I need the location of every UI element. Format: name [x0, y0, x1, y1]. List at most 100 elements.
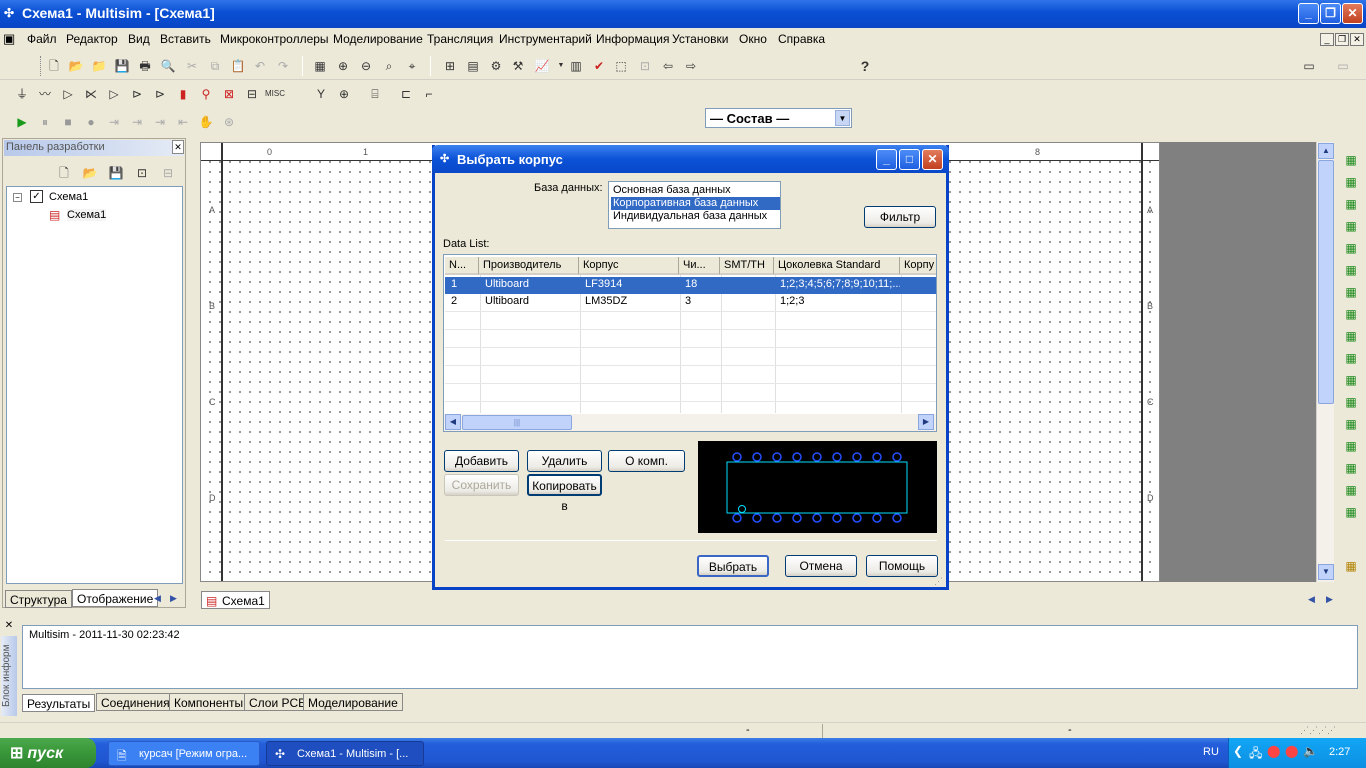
menu-tools[interactable]: Инструментарий: [499, 32, 592, 46]
column-header[interactable]: N...: [445, 257, 479, 275]
dialog-titlebar[interactable]: ✣ Выбрать корпус _ □ ✕: [432, 145, 949, 173]
close-button[interactable]: ✕: [1342, 3, 1363, 24]
agilent-generator-icon[interactable]: ▦: [1343, 460, 1359, 476]
diode-icon[interactable]: ▷: [60, 86, 76, 102]
measurement-probe-icon[interactable]: ▦: [1343, 558, 1359, 574]
breakpoint-icon[interactable]: ●: [83, 114, 99, 130]
bus-icon[interactable]: ⌐: [421, 86, 437, 102]
tray-arrow-icon[interactable]: ❮: [1233, 744, 1243, 758]
design-toolbox-icon[interactable]: ⊞: [442, 58, 458, 74]
cmos-icon[interactable]: ⊳: [152, 86, 168, 102]
agilent-scope-icon[interactable]: ▦: [1343, 504, 1359, 520]
resize-grip-icon[interactable]: ⋰⋰⋰⋰: [1300, 725, 1336, 736]
chevron-down-icon[interactable]: ▼: [835, 110, 850, 126]
logic-converter-icon[interactable]: ▦: [1343, 350, 1359, 366]
column-header[interactable]: Чи...: [679, 257, 720, 275]
zoom-out-icon[interactable]: ⊖: [358, 58, 374, 74]
copy-to-button[interactable]: Копировать в: [527, 474, 602, 513]
new-design-icon[interactable]: 🗋: [56, 165, 72, 181]
source-icon[interactable]: ⏚: [14, 86, 30, 102]
step-into-icon[interactable]: ⇥: [152, 114, 168, 130]
zoom-area-icon[interactable]: ⌕: [381, 58, 397, 74]
logic-analyzer-icon[interactable]: ▦: [1343, 328, 1359, 344]
electromech-icon[interactable]: ⊕: [336, 86, 352, 102]
tab-scroll-right-icon[interactable]: ▶: [1326, 594, 1333, 605]
cancel-button[interactable]: Отмена: [785, 555, 857, 577]
tab-visibility[interactable]: Отображение: [72, 589, 159, 607]
antivirus-icon[interactable]: ⬤: [1267, 744, 1280, 758]
oscilloscope-icon[interactable]: ▦: [1343, 218, 1359, 234]
erc-icon[interactable]: ✔: [591, 58, 607, 74]
column-header[interactable]: SMT/TH: [720, 257, 774, 275]
save-design-icon[interactable]: 💾: [108, 165, 124, 181]
tree-root-label[interactable]: Схема1: [49, 191, 88, 203]
help-icon[interactable]: ?: [857, 58, 873, 74]
help-button[interactable]: Помощь: [866, 555, 938, 577]
scroll-thumb[interactable]: |||: [462, 415, 572, 430]
tab-results[interactable]: Результаты: [22, 694, 96, 712]
resize-grip-icon[interactable]: ⋰: [934, 576, 943, 587]
select-button[interactable]: Выбрать: [697, 555, 769, 577]
iv-analyzer-icon[interactable]: ▦: [1343, 372, 1359, 388]
dialog-maximize-button[interactable]: □: [899, 149, 920, 170]
misc-icon[interactable]: MISC: [265, 86, 285, 102]
database-manager-icon[interactable]: ⚙: [488, 58, 504, 74]
filter-button[interactable]: Фильтр: [864, 206, 936, 228]
wattmeter-icon[interactable]: ▦: [1343, 196, 1359, 212]
component-wizard-icon[interactable]: ⊡: [637, 58, 653, 74]
collapse-icon[interactable]: −: [13, 193, 22, 202]
run-icon[interactable]: ▶: [14, 114, 30, 130]
ttl-icon[interactable]: ⊳: [129, 86, 145, 102]
clock[interactable]: 2:27: [1329, 746, 1350, 758]
table-horizontal-scrollbar[interactable]: ◀ ||| ▶: [444, 414, 936, 431]
network-analyzer-icon[interactable]: ▦: [1343, 438, 1359, 454]
distortion-analyzer-icon[interactable]: ▦: [1343, 394, 1359, 410]
step-over-icon[interactable]: ⇥: [129, 114, 145, 130]
in-use-list-combo[interactable]: — Состав — ▼: [705, 108, 852, 128]
tab-scroll-left-icon[interactable]: ◀: [1308, 594, 1315, 605]
agilent-multimeter-icon[interactable]: ▦: [1343, 482, 1359, 498]
menu-microcontrollers[interactable]: Микроконтроллеры: [220, 32, 329, 46]
menu-insert[interactable]: Вставить: [160, 32, 211, 46]
instrument-toggle-icon[interactable]: ▭: [1328, 58, 1358, 74]
security-icon[interactable]: ⬤: [1285, 744, 1298, 758]
transistor-icon[interactable]: ⋉: [83, 86, 99, 102]
start-button[interactable]: ⊞ пуск: [0, 738, 96, 768]
grapher-icon[interactable]: 📈: [534, 58, 550, 74]
chevron-down-icon[interactable]: ▼: [553, 58, 569, 74]
restore-button[interactable]: ❐: [1320, 3, 1341, 24]
scroll-down-icon[interactable]: ▼: [1318, 564, 1334, 580]
print-preview-icon[interactable]: 🔍: [160, 58, 176, 74]
taskbar-task-word[interactable]: 🗎 курсач [Режим огра...: [108, 741, 260, 766]
menu-help[interactable]: Справка: [778, 32, 825, 46]
scroll-up-icon[interactable]: ▲: [1318, 143, 1334, 159]
close-icon[interactable]: ✕: [172, 140, 184, 154]
database-option[interactable]: Основная база данных: [611, 184, 733, 197]
mdi-close-button[interactable]: ✕: [1350, 33, 1364, 46]
print-icon[interactable]: 🖶: [137, 58, 153, 74]
menu-simulate[interactable]: Моделирование: [333, 32, 423, 46]
about-component-button[interactable]: О комп.: [608, 450, 685, 472]
step-out-icon[interactable]: ⇤: [175, 114, 191, 130]
paste-icon[interactable]: 📋: [230, 58, 246, 74]
probe-icon[interactable]: ⊛: [221, 114, 237, 130]
function-generator-icon[interactable]: ▦: [1343, 174, 1359, 190]
dialog-close-button[interactable]: ✕: [922, 149, 943, 170]
tab-schematic[interactable]: ▤ Схема1: [201, 591, 270, 609]
open-sample-icon[interactable]: 📁: [91, 58, 107, 74]
scroll-left-icon[interactable]: ◀: [445, 414, 461, 430]
taskbar-task-multisim[interactable]: ✣ Схема1 - Multisim - [...: [266, 741, 424, 766]
database-option-selected[interactable]: Корпоративная база данных: [611, 197, 780, 210]
indicator-icon[interactable]: ⊠: [221, 86, 237, 102]
word-generator-icon[interactable]: ▦: [1343, 306, 1359, 322]
tab-nets[interactable]: Соединения: [96, 693, 175, 711]
minimize-button[interactable]: _: [1298, 3, 1319, 24]
stop-icon[interactable]: ■: [60, 114, 76, 130]
power-icon[interactable]: ⊟: [244, 86, 260, 102]
menu-view[interactable]: Вид: [128, 32, 150, 46]
forward-annotate-icon[interactable]: ⇨: [683, 58, 699, 74]
tab-components[interactable]: Компоненты: [169, 693, 249, 711]
language-indicator[interactable]: RU: [1203, 746, 1219, 758]
checkbox-icon[interactable]: ✓: [30, 190, 43, 203]
redo-icon[interactable]: ↷: [275, 58, 291, 74]
